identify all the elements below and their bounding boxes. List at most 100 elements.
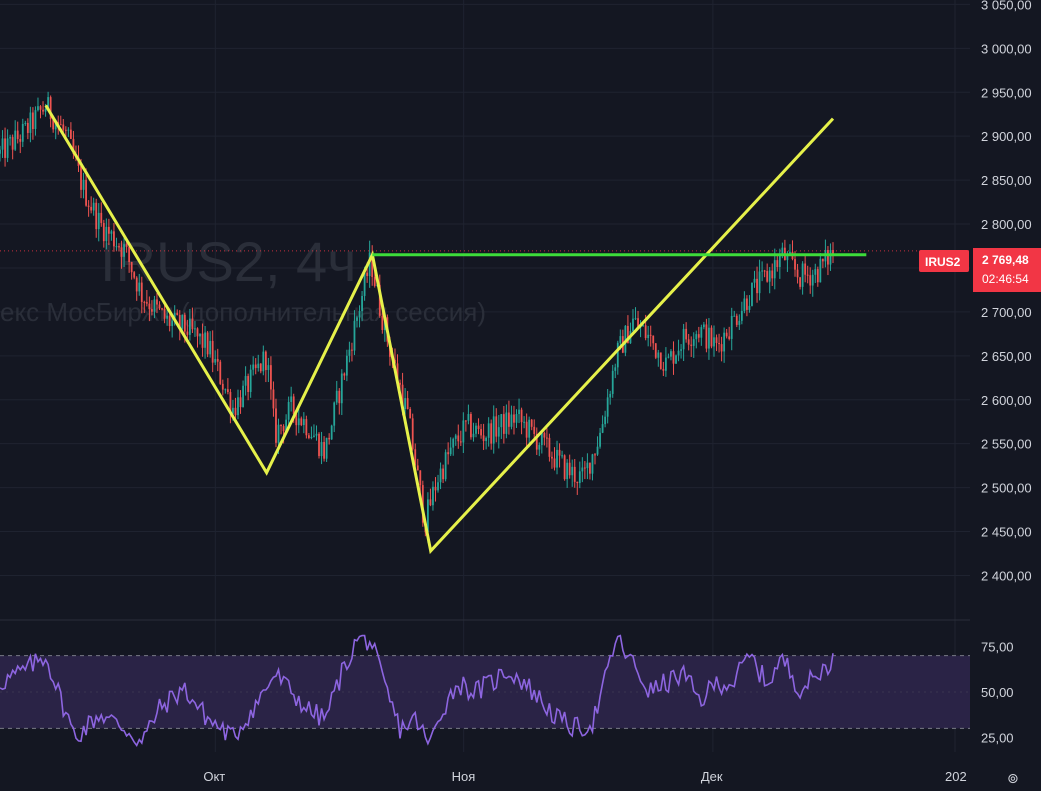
candle-body: [806, 274, 809, 276]
candle-body: [551, 456, 553, 459]
candle-body: [42, 109, 44, 112]
candle-body: [449, 447, 452, 455]
candle-body: [194, 328, 196, 330]
candle-body: [125, 244, 128, 247]
candle-body: [720, 344, 723, 352]
candle-body: [209, 340, 212, 355]
candle-body: [756, 278, 758, 294]
candle-body: [328, 437, 331, 440]
candle-body: [543, 432, 546, 438]
chart[interactable]: IRUS2, 4ч екс МосБиржи (дополнительная с…: [0, 0, 1041, 791]
candle-body: [300, 418, 303, 426]
candle-body: [685, 328, 688, 340]
candle-body: [619, 336, 622, 343]
candle-body: [0, 149, 1, 154]
candle-body: [409, 408, 412, 419]
candle-body: [725, 332, 728, 337]
candle-body: [485, 437, 488, 442]
candle-body: [292, 396, 295, 414]
candle-body: [128, 246, 131, 262]
candle-body: [799, 277, 801, 287]
candle-body: [687, 339, 690, 345]
candle-body: [761, 270, 764, 272]
candle-body: [148, 303, 151, 310]
candle-body: [411, 418, 414, 450]
candle-body: [664, 357, 667, 371]
candle-body: [166, 315, 169, 319]
candle-body: [462, 420, 465, 443]
candle-body: [746, 298, 748, 310]
candle-body: [82, 179, 85, 190]
candle-body: [591, 454, 594, 474]
candle-body: [480, 429, 482, 436]
candle-body: [796, 269, 799, 278]
candle-body: [145, 302, 148, 304]
candle-body: [9, 137, 12, 139]
candle-body: [604, 416, 607, 425]
candle-body: [282, 426, 285, 432]
candle-body: [576, 481, 579, 484]
candle-body: [705, 324, 708, 349]
candle-body: [4, 138, 6, 158]
candle-body: [151, 309, 153, 312]
candle-body: [829, 250, 832, 265]
candle-body: [373, 277, 376, 286]
candle-body: [487, 423, 490, 438]
candle-body: [211, 340, 214, 363]
candle-body: [609, 393, 612, 398]
candle-body: [118, 246, 120, 248]
candle-body: [135, 277, 138, 292]
candle-body: [708, 327, 710, 349]
candle-body: [85, 179, 87, 206]
candle-body: [611, 370, 614, 394]
candle-body: [272, 389, 275, 409]
candle-body: [667, 356, 670, 358]
candle-body: [156, 299, 158, 305]
candle-body: [239, 397, 242, 408]
candle-body: [158, 304, 161, 309]
candle-body: [540, 432, 543, 445]
candle-body: [381, 315, 384, 331]
candle-body: [690, 344, 693, 346]
candle-body: [773, 260, 776, 279]
candle-body: [497, 427, 500, 437]
candle-body: [29, 112, 32, 133]
scroll-settings-icon[interactable]: ⊚: [1007, 771, 1019, 787]
candle-body: [657, 352, 660, 358]
candle-body: [59, 124, 62, 126]
candle-body: [778, 255, 781, 268]
candle-body: [100, 212, 103, 224]
candle-body: [107, 226, 110, 234]
candle-body: [586, 462, 589, 469]
price-tick-label: 2 650,00: [981, 349, 1032, 364]
candle-body: [176, 312, 179, 316]
candle-body: [740, 310, 743, 321]
candle-body: [181, 314, 184, 329]
candle-body: [814, 269, 817, 275]
candle-body: [92, 202, 95, 211]
candle-body: [216, 358, 219, 362]
candle-body: [1, 138, 4, 150]
candle-body: [634, 318, 637, 320]
time-tick-label: Окт: [203, 769, 225, 784]
price-badge-price: 2 769,48: [982, 253, 1029, 267]
candle-body: [811, 274, 814, 286]
candle-body: [340, 373, 343, 404]
candle-body: [644, 325, 647, 339]
candle-body: [39, 106, 42, 110]
candle-body: [702, 324, 705, 328]
candle-body: [675, 355, 677, 364]
candle-body: [226, 389, 229, 393]
candle-body: [596, 446, 599, 455]
candle-body: [330, 425, 333, 440]
candle-body: [670, 351, 672, 357]
candle-body: [90, 206, 93, 211]
candle-body: [204, 332, 206, 348]
candle-body: [115, 246, 118, 248]
candle-body: [419, 470, 422, 486]
candle-body: [11, 137, 14, 150]
candle-body: [730, 315, 733, 339]
candle-body: [652, 335, 655, 344]
candle-body: [692, 339, 695, 346]
candle-body: [523, 421, 526, 423]
